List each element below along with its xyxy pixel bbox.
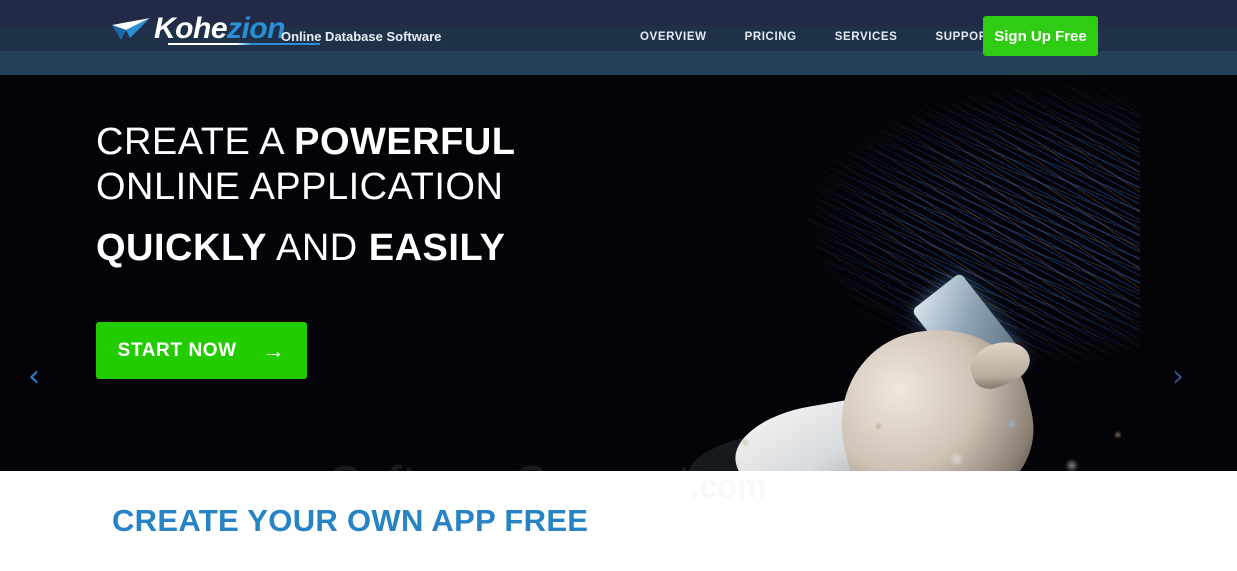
headline-normal-1: CREATE A: [96, 121, 295, 163]
site-logo[interactable]: Kohezion: [110, 14, 320, 45]
chevron-right-icon: ›: [1172, 359, 1184, 394]
hero-carousel: CREATE A POWERFUL ONLINE APPLICATION QUI…: [0, 75, 1237, 471]
paper-plane-icon: [110, 16, 152, 42]
nav-item-services[interactable]: SERVICES: [835, 31, 898, 43]
arrow-right-icon: →: [262, 337, 286, 363]
bokeh-particles: [690, 393, 1140, 471]
sign-up-free-button[interactable]: Sign Up Free: [983, 16, 1098, 56]
logo-text-accent: zion: [227, 12, 286, 45]
nav-item-pricing[interactable]: PRICING: [745, 31, 797, 43]
nav-item-overview[interactable]: OVERVIEW: [640, 31, 707, 43]
main-navigation: OVERVIEW PRICING SERVICES SUPPORT: [640, 31, 1010, 43]
hero-headline-line-3: QUICKLY AND EASILY: [96, 226, 516, 271]
nav-label-pricing: PRICING: [744, 31, 797, 43]
nav-label-overview: OVERVIEW: [640, 31, 707, 43]
hero-copy: CREATE A POWERFUL ONLINE APPLICATION QUI…: [96, 120, 516, 271]
hero-headline-line-1: CREATE A POWERFUL: [96, 120, 516, 165]
headline-bold-easily: EASILY: [368, 227, 506, 269]
hero-headline-line-2: ONLINE APPLICATION: [96, 166, 504, 208]
nav-label-services: SERVICES: [834, 31, 898, 43]
carousel-prev-button[interactable]: ‹: [18, 361, 50, 393]
carousel-next-button[interactable]: ›: [1162, 361, 1194, 393]
headline-bold-quickly: QUICKLY: [96, 227, 268, 269]
start-now-label: START NOW: [117, 339, 237, 361]
site-header: Kohezion Online Database Software OVERVI…: [0, 0, 1237, 75]
site-tagline: Online Database Software: [281, 29, 442, 44]
hero-image: [540, 75, 1140, 471]
headline-normal-and: AND: [267, 227, 369, 269]
section-title-create-your-own-app-free: CREATE YOUR OWN APP FREE: [112, 503, 589, 538]
page-root: Kohezion Online Database Software OVERVI…: [0, 0, 1237, 571]
headline-bold-powerful: POWERFUL: [294, 121, 516, 163]
logo-text-primary: Kohe: [154, 12, 228, 45]
start-now-button[interactable]: START NOW →: [96, 322, 307, 379]
logo-wordmark: Kohezion: [154, 14, 320, 45]
chevron-left-icon: ‹: [28, 359, 40, 394]
below-hero-section: CREATE YOUR OWN APP FREE: [0, 471, 1237, 571]
